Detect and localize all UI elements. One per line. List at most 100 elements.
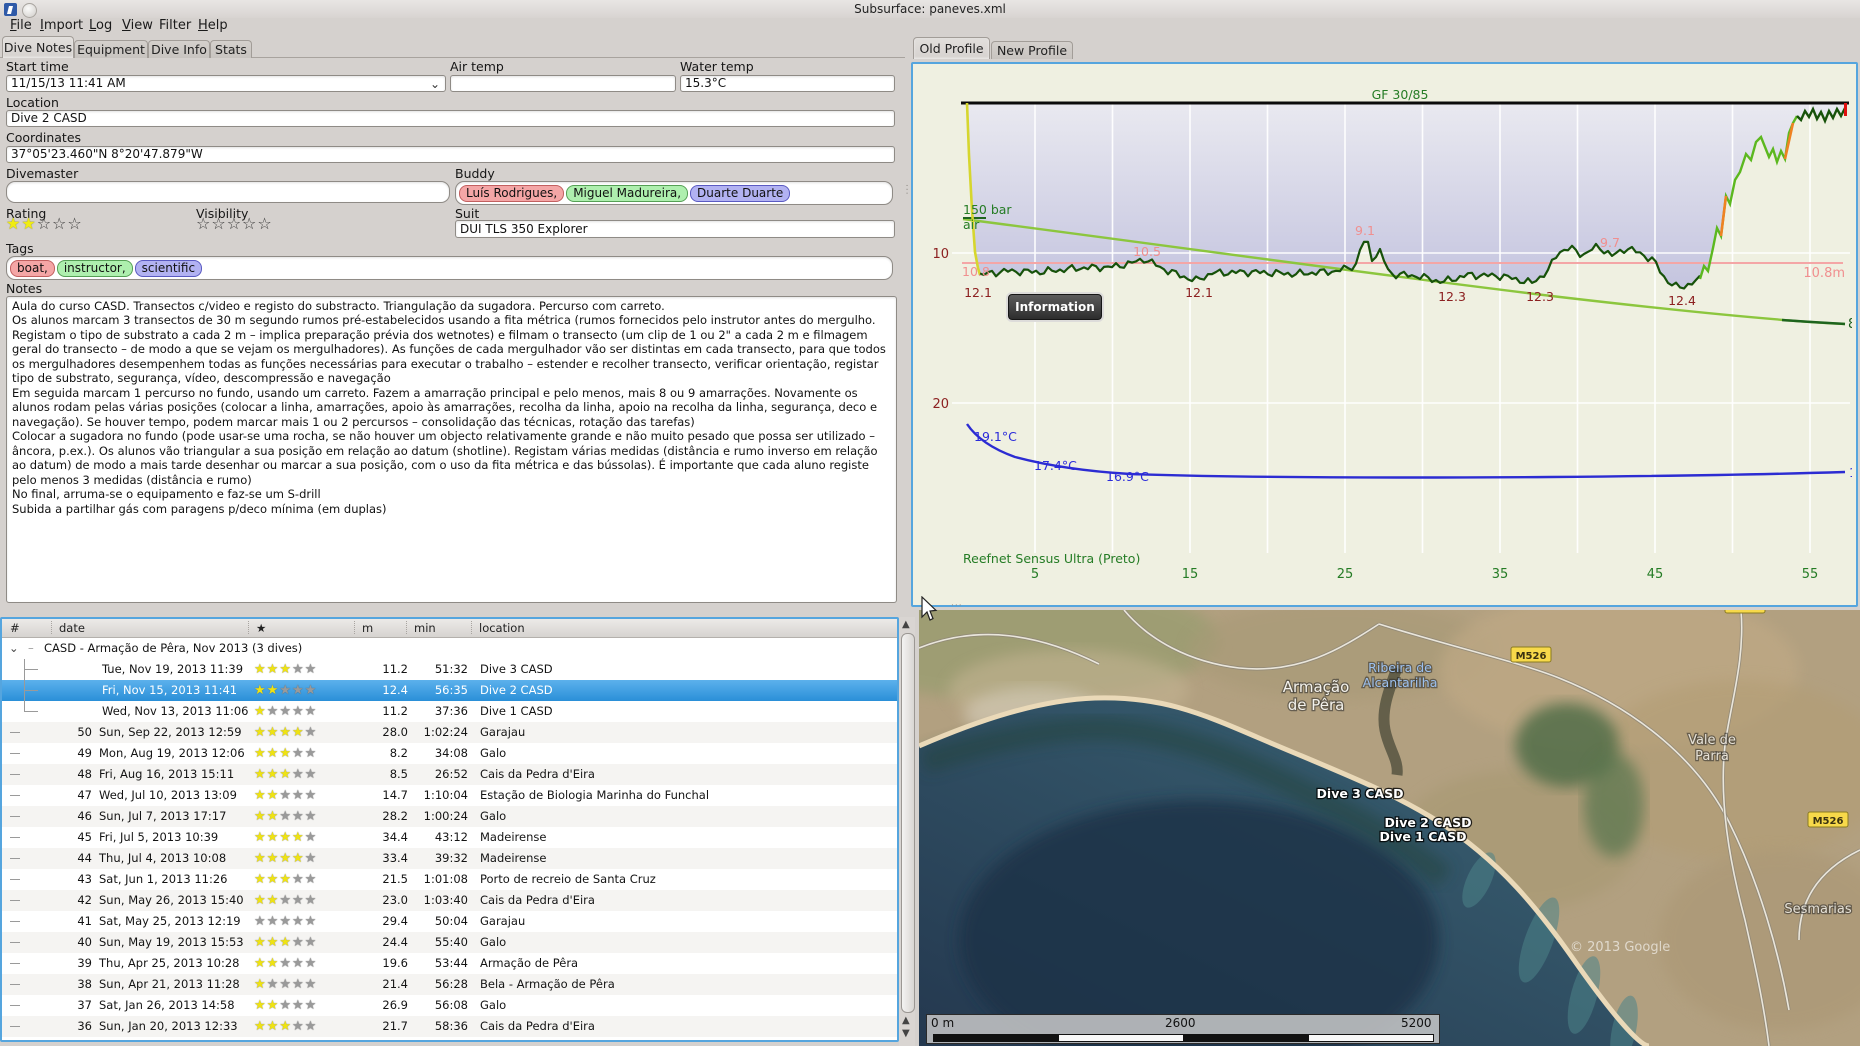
buddy-pill[interactable]: Miguel Madureira, xyxy=(566,185,689,202)
rating-stars[interactable]: ★★☆☆☆ xyxy=(6,215,83,233)
scroll-up-icon[interactable]: ▲ xyxy=(902,1016,910,1026)
dive-list-table[interactable]: # date ★ m min location ⌄ – CASD - Armação de Pê… xyxy=(0,617,899,1042)
column-separator[interactable] xyxy=(354,621,355,634)
tag-pill[interactable]: instructor, xyxy=(56,260,133,277)
dive-row[interactable]: 50 Sun, Sep 22, 2013 12:59 28.0 1:02:24 Gara… xyxy=(2,722,897,743)
divemaster-field[interactable] xyxy=(6,181,450,203)
notes-field[interactable]: Aula do curso CASD. Transectos c/video e… xyxy=(6,296,897,603)
scale-segment xyxy=(1308,1034,1434,1042)
scrollbar-thumb[interactable] xyxy=(901,633,915,1013)
scroll-down-icon[interactable]: ▼ xyxy=(902,1029,910,1039)
dive-rating-stars: ★★★★★ xyxy=(254,893,318,908)
visibility-stars[interactable]: ☆☆☆☆☆ xyxy=(196,215,273,233)
trip-group-row[interactable]: ⌄ – CASD - Armação de Pêra, Nov 2013 (3 di… xyxy=(2,638,897,659)
dive-row[interactable]: 38 Sun, Apr 21, 2013 11:28 21.4 56:28 Bela -… xyxy=(2,974,897,995)
dive-row[interactable]: 39 Thu, Apr 25, 2013 10:28 19.6 53:44 Armaçã… xyxy=(2,953,897,974)
column-header-num[interactable]: # xyxy=(10,621,20,635)
dive-number: 39 xyxy=(77,956,92,970)
information-tooltip[interactable]: Information xyxy=(1008,294,1102,320)
chart-label: air xyxy=(963,217,980,232)
suit-field[interactable]: DUI TLS 350 Explorer xyxy=(455,220,895,238)
coordinates-field[interactable]: 37°05'23.460"N 8°20'47.879"W xyxy=(6,146,895,163)
tab-stats[interactable]: Stats xyxy=(210,40,252,58)
column-header-location[interactable]: location xyxy=(479,621,525,635)
app-icon xyxy=(4,3,17,16)
dive-number: 46 xyxy=(77,809,92,823)
dive-profile-chart[interactable]: GF 30/85 150 barair 80 10 20 10.8 12.1 12.1 10.5… xyxy=(913,64,1852,601)
tag-pill[interactable]: boat, xyxy=(10,260,55,277)
location-label: Location xyxy=(6,95,59,110)
column-separator[interactable] xyxy=(51,621,52,634)
menu-item-log[interactable]: Log xyxy=(87,18,114,35)
dive-row[interactable]: 42 Sun, May 26, 2013 15:40 23.0 1:03:40 Cais… xyxy=(2,890,897,911)
dive-row[interactable]: 44 Thu, Jul 4, 2013 10:08 33.4 39:32 Madeire… xyxy=(2,848,897,869)
dive-location: Galo xyxy=(480,935,507,949)
dive-row[interactable]: 40 Sun, May 19, 2013 15:53 24.4 55:40 Galo ★★… xyxy=(2,932,897,953)
tag-pill[interactable]: scientific xyxy=(134,260,203,277)
column-header-min[interactable]: min xyxy=(414,621,436,635)
buddy-pill[interactable]: Luís Rodrigues, xyxy=(459,185,565,202)
menu-item-help[interactable]: Help xyxy=(196,18,230,35)
column-separator[interactable] xyxy=(406,621,407,634)
scale-zero: 0 m xyxy=(931,1016,955,1030)
dive-rating-stars: ★★★★★ xyxy=(254,767,318,782)
chart-label: 10.5 xyxy=(1133,244,1161,259)
location-field[interactable]: Dive 2 CASD xyxy=(6,110,895,127)
start-time-combo[interactable]: 11/15/13 11:41 AM xyxy=(6,75,446,92)
tab-new-profile[interactable]: New Profile xyxy=(991,41,1073,59)
menu-bar: File Import Log View Filter Help xyxy=(0,18,1860,35)
buddy-field[interactable]: Luís Rodrigues, Miguel Madureira, Duarte D… xyxy=(455,181,893,205)
dive-row[interactable]: 41 Sat, May 25, 2013 12:19 29.4 50:04 Garaja… xyxy=(2,911,897,932)
dive-row[interactable]: Wed, Nov 13, 2013 11:06 11.2 37:36 Dive 1 C… xyxy=(2,701,897,722)
dive-duration: 56:35 xyxy=(434,683,468,697)
column-separator[interactable] xyxy=(248,621,249,634)
air-temp-field[interactable] xyxy=(450,75,676,92)
menu-item-file[interactable]: File xyxy=(8,18,34,35)
tree-line xyxy=(10,753,20,754)
title-bar[interactable]: Subsurface: paneves.xml xyxy=(0,0,1860,18)
tab-dive-notes[interactable]: Dive Notes xyxy=(2,36,74,58)
dive-rating-stars: ★★★★★ xyxy=(254,1019,318,1034)
vertical-splitter-handle[interactable]: ··· xyxy=(901,184,911,196)
dive-row[interactable]: 36 Sun, Jan 20, 2013 12:33 21.7 58:36 Cais d… xyxy=(2,1016,897,1037)
dive-list-scrollbar[interactable]: ▲ ▲ ▼ xyxy=(899,617,915,1046)
dive-row[interactable]: 46 Sun, Jul 7, 2013 17:17 28.2 1:00:24 Galo ★… xyxy=(2,806,897,827)
dive-row[interactable]: 47 Wed, Jul 10, 2013 13:09 14.7 1:10:04 Esta… xyxy=(2,785,897,806)
column-separator[interactable] xyxy=(471,621,472,634)
scroll-up-icon[interactable]: ▲ xyxy=(902,620,910,630)
column-header-stars[interactable]: ★ xyxy=(256,621,266,635)
tags-field[interactable]: boat, instructor, scientific xyxy=(6,256,893,280)
column-header-m[interactable]: m xyxy=(362,621,373,635)
menu-item-filter[interactable]: Filter xyxy=(157,18,193,35)
dive-depth: 28.0 xyxy=(382,725,408,739)
dive-row[interactable]: Fri, Nov 15, 2013 11:41 12.4 56:35 Dive 2 C… xyxy=(2,680,897,701)
map-place-label: © 2013 Google xyxy=(1570,940,1670,955)
chevron-down-icon[interactable]: ⌄ xyxy=(430,77,440,91)
dive-number: 44 xyxy=(77,851,92,865)
menu-item-view[interactable]: View xyxy=(120,18,155,35)
tree-line xyxy=(10,900,20,901)
chart-label: 12.3 xyxy=(1526,289,1554,304)
dive-row[interactable]: 37 Sat, Jan 26, 2013 14:58 26.9 56:08 Galo ★★… xyxy=(2,995,897,1016)
start-time-label: Start time xyxy=(6,59,69,74)
tab-equipment[interactable]: Equipment xyxy=(74,40,148,58)
dive-row[interactable]: 45 Fri, Jul 5, 2013 10:39 34.4 43:12 Madeire… xyxy=(2,827,897,848)
dive-site-map[interactable]: M526 M526 M1281 Armaçãode Pêra Ribeira deAlc… xyxy=(919,610,1860,1046)
dive-row[interactable]: 48 Fri, Aug 16, 2013 15:11 8.5 26:52 Cais da… xyxy=(2,764,897,785)
water-temp-field[interactable]: 15.3°C xyxy=(680,75,895,92)
menu-item-import[interactable]: Import xyxy=(38,18,85,35)
tab-old-profile[interactable]: Old Profile xyxy=(913,37,990,59)
dive-rating-stars: ★★★★★ xyxy=(254,683,318,698)
buddy-pill[interactable]: Duarte Duarte xyxy=(690,185,791,202)
dive-row[interactable]: 49 Mon, Aug 19, 2013 12:06 8.2 34:08 Galo ★★★… xyxy=(2,743,897,764)
information-tooltip-label: Information xyxy=(1015,300,1095,314)
column-header-date[interactable]: date xyxy=(59,621,85,635)
tab-dive-info[interactable]: Dive Info xyxy=(148,40,210,58)
dive-rating-stars: ★★★★★ xyxy=(254,851,318,866)
dive-row[interactable]: 43 Sat, Jun 1, 2013 11:26 21.5 1:01:08 Porto… xyxy=(2,869,897,890)
map-place-label: Parra xyxy=(1695,749,1729,764)
window-button-icon[interactable] xyxy=(22,3,37,18)
road-badge: M526 xyxy=(1813,816,1844,827)
dive-depth: 19.6 xyxy=(382,956,408,970)
dive-row[interactable]: Tue, Nov 19, 2013 11:39 11.2 51:32 Dive 3 C… xyxy=(2,659,897,680)
